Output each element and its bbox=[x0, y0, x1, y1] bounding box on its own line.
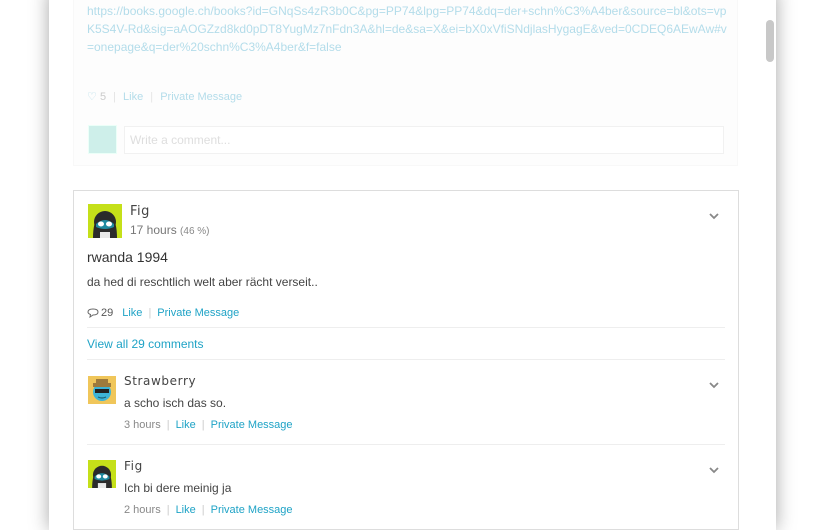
post-percent: (46 %) bbox=[180, 226, 210, 237]
comment-count: 29 bbox=[87, 307, 113, 319]
post-timestamp: 17 hours (46 %) bbox=[130, 223, 210, 237]
comment-time: 3 hours bbox=[124, 419, 161, 431]
comment-meta: 3 hours | Like | Private Message bbox=[124, 419, 293, 431]
comment-input[interactable]: Write a comment... bbox=[124, 126, 724, 154]
heart-icon: ♡ bbox=[87, 91, 97, 103]
previous-post-link[interactable]: https://books.google.ch/books?id=GNqSs4z… bbox=[87, 2, 727, 56]
private-message-link[interactable]: Private Message bbox=[160, 91, 242, 103]
view-all-comments-link[interactable]: View all 29 comments bbox=[87, 337, 204, 351]
speech-bubble-icon bbox=[87, 308, 99, 318]
like-link[interactable]: Like bbox=[123, 91, 143, 103]
comment-author-name[interactable]: Fig bbox=[124, 459, 143, 473]
separator: | bbox=[166, 419, 170, 431]
likes-count: 5 bbox=[99, 91, 107, 103]
post-title: rwanda 1994 bbox=[87, 249, 168, 265]
chevron-down-icon[interactable] bbox=[709, 377, 719, 389]
divider bbox=[87, 444, 725, 445]
separator: | bbox=[113, 91, 116, 103]
chevron-down-icon[interactable] bbox=[709, 208, 719, 220]
comment-meta: 2 hours | Like | Private Message bbox=[124, 504, 293, 516]
divider bbox=[87, 359, 725, 360]
chevron-down-icon[interactable] bbox=[709, 462, 719, 474]
comment-text: a scho isch das so. bbox=[124, 396, 227, 410]
separator: | bbox=[148, 307, 152, 319]
fig-avatar[interactable] bbox=[88, 460, 116, 488]
post-author-name[interactable]: Fig bbox=[130, 204, 150, 219]
comment-count-value: 29 bbox=[101, 307, 114, 319]
post-time: 17 hours bbox=[130, 223, 177, 237]
divider bbox=[87, 327, 725, 328]
previous-post-actions: ♡ 5 | Like | Private Message bbox=[87, 90, 242, 103]
comment-author-name[interactable]: Strawberry bbox=[124, 374, 196, 388]
strawberry-avatar[interactable] bbox=[88, 376, 116, 404]
post-actions: 29 Like | Private Message bbox=[87, 307, 239, 319]
like-link[interactable]: Like bbox=[176, 419, 196, 431]
like-link[interactable]: Like bbox=[122, 307, 142, 319]
private-message-link[interactable]: Private Message bbox=[157, 307, 239, 319]
like-link[interactable]: Like bbox=[176, 504, 196, 516]
current-user-avatar bbox=[88, 125, 117, 154]
separator: | bbox=[166, 504, 170, 516]
fig-avatar[interactable] bbox=[88, 204, 122, 238]
private-message-link[interactable]: Private Message bbox=[211, 419, 293, 431]
comment-time: 2 hours bbox=[124, 504, 161, 516]
separator: | bbox=[201, 504, 205, 516]
scrollbar[interactable] bbox=[766, 20, 774, 62]
post-card: Fig 17 hours (46 %) rwanda 1994 da hed d… bbox=[73, 190, 739, 530]
private-message-link[interactable]: Private Message bbox=[211, 504, 293, 516]
post-body: da hed di reschtlich welt aber rächt ver… bbox=[87, 275, 318, 289]
separator: | bbox=[150, 91, 154, 103]
comment-text: Ich bi dere meinig ja bbox=[124, 481, 232, 495]
previous-post-card: https://books.google.ch/books?id=GNqSs4z… bbox=[73, 0, 738, 166]
separator: | bbox=[201, 419, 205, 431]
